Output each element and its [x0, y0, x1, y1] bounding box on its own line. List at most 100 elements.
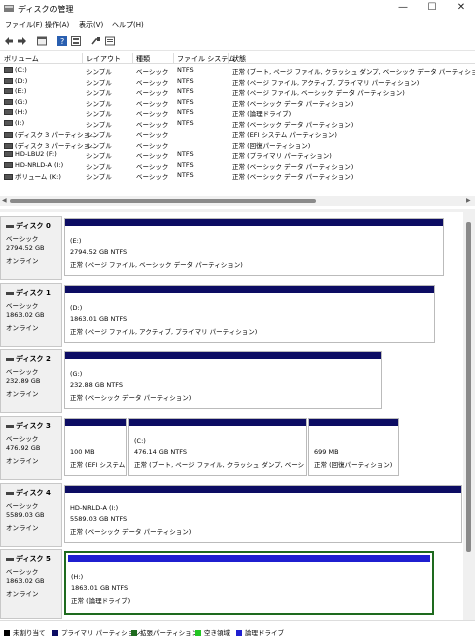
legend-item: プライマリ パーティション [52, 627, 141, 637]
table-cell-fs: NTFS [177, 87, 194, 95]
table-cell-fs: NTFS [177, 118, 194, 127]
legend-swatch [131, 630, 137, 636]
menu-action[interactable]: 操作(A) [45, 20, 69, 30]
table-row[interactable]: HD-NRLD-A (I:) シンプル ベーシック NTFS 正常 (ベーシック データ… [0, 160, 475, 171]
help-icon[interactable]: ? [57, 36, 67, 46]
forward-arrow-icon[interactable] [17, 36, 27, 46]
legend-swatch [4, 630, 10, 636]
scroll-thumb[interactable] [10, 199, 316, 203]
disk-info[interactable]: ディスク 4 ベーシック 5589.03 GB オンライン [0, 483, 62, 547]
column-volume[interactable]: ボリューム [4, 54, 39, 64]
table-row[interactable]: (ディスク 3 パーティショ... シンプル ベーシック 正常 (回復パーティション) [0, 139, 475, 150]
partition[interactable]: (E:) 2794.52 GB NTFS 正常 (ページ ファイル, ベーシック… [64, 218, 444, 276]
partition-bar [309, 419, 398, 426]
legend-swatch [52, 630, 58, 636]
table-cell-volume: (C:) [4, 66, 27, 74]
disk-type: ベーシック [6, 568, 39, 576]
volume-icon [4, 151, 13, 157]
menu-file[interactable]: ファイル(F) [5, 20, 43, 30]
table-cell-type: ベーシック [136, 99, 169, 108]
close-button[interactable]: ✕ [447, 2, 475, 15]
table-row[interactable]: (E:) シンプル ベーシック NTFS 正常 (ページ ファイル, ベーシック データ… [0, 86, 475, 97]
extended-partition[interactable]: (H:) 1863.01 GB NTFS 正常 (論理ドライブ) [64, 551, 434, 615]
column-status[interactable]: 状態 [232, 54, 246, 64]
partition[interactable]: 100 MB 正常 (EFI システム [64, 418, 127, 476]
disk-info[interactable]: ディスク 2 ベーシック 232.89 GB オンライン [0, 349, 62, 413]
table-row[interactable]: (C:) シンプル ベーシック NTFS 正常 (ブート, ページ ファイル, クラッシ… [0, 65, 475, 76]
table-cell-fs: NTFS [177, 97, 194, 106]
table-cell-volume: (ディスク 3 パーティショ... [4, 129, 96, 139]
disk-row: ディスク 2 ベーシック 232.89 GB オンライン (G:) 232.88… [0, 349, 463, 413]
menu-view[interactable]: 表示(V) [79, 20, 103, 30]
title-bar: ディスクの管理 — ☐ ✕ [0, 0, 475, 18]
disk-row: ディスク 3 ベーシック 476.92 GB オンライン 100 MB 正常 (… [0, 416, 463, 480]
maximize-button[interactable]: ☐ [418, 2, 446, 15]
settings-icon[interactable] [105, 36, 115, 46]
scroll-thumb[interactable] [466, 222, 471, 552]
connect-icon[interactable] [91, 36, 101, 46]
table-row[interactable]: ボリューム (K:) シンプル ベーシック NTFS 正常 (ベーシック データ パーテ… [0, 170, 475, 181]
menu-help[interactable]: ヘルプ(H) [112, 20, 144, 30]
partition-label: (G:) [70, 370, 83, 378]
table-row[interactable]: (D:) シンプル ベーシック NTFS 正常 (ページ ファイル, アクティブ, プラ… [0, 76, 475, 87]
partition-bar [65, 352, 381, 359]
disk-row: ディスク 0 ベーシック 2794.52 GB オンライン (E:) 2794.… [0, 216, 463, 280]
disk-state: オンライン [6, 257, 39, 265]
partition[interactable]: 699 MB 正常 (回復パーティション) [308, 418, 399, 476]
back-arrow-icon[interactable] [4, 36, 14, 46]
volume-table-header: ボリューム レイアウト 種類 ファイル システム 状態 [0, 53, 475, 64]
disk-state: オンライン [6, 590, 39, 598]
table-cell-status: 正常 (論理ドライブ) [232, 110, 292, 118]
legend-item: 拡張パーティション [131, 627, 198, 637]
svg-text:?: ? [60, 37, 64, 46]
table-cell-volume: HD-NRLD-A (I:) [4, 161, 63, 169]
partition-label: HD-NRLD-A (I:) [70, 504, 119, 512]
disk-info[interactable]: ディスク 3 ベーシック 476.92 GB オンライン [0, 416, 62, 480]
disk-management-icon [4, 5, 14, 12]
table-cell-volume: HD-LBU2 (F:) [4, 150, 57, 158]
partition[interactable]: (C:) 476.14 GB NTFS 正常 (ブート, ページ ファイル, ク… [128, 418, 307, 476]
scroll-left-icon[interactable]: ◀ [2, 197, 7, 204]
partition-size: 699 MB [314, 448, 339, 456]
vertical-scrollbar[interactable] [463, 212, 475, 620]
volume-icon [4, 67, 13, 73]
column-filesystem[interactable]: ファイル システム [177, 54, 235, 64]
partition-size: 476.14 GB NTFS [134, 448, 187, 456]
table-row[interactable]: (H:) シンプル ベーシック NTFS 正常 (論理ドライブ) [0, 107, 475, 118]
partition[interactable]: (D:) 1863.01 GB NTFS 正常 (ページ ファイル, アクティブ… [64, 285, 435, 343]
horizontal-scrollbar[interactable]: ◀ ▶ [0, 196, 475, 206]
disk-info[interactable]: ディスク 0 ベーシック 2794.52 GB オンライン [0, 216, 62, 280]
table-cell-layout: シンプル [86, 162, 112, 171]
disk-info[interactable]: ディスク 1 ベーシック 1863.02 GB オンライン [0, 283, 62, 347]
partition-status: 正常 (論理ドライブ) [71, 597, 131, 605]
table-cell-type: ベーシック [136, 89, 169, 97]
partition[interactable]: (G:) 232.88 GB NTFS 正常 (ベーシック データ パーティショ… [64, 351, 382, 409]
table-cell-layout: シンプル [86, 152, 112, 160]
disk-size: 1863.02 GB [6, 577, 45, 585]
partition-bar [65, 419, 126, 426]
toolbar: ? [0, 32, 475, 51]
table-row[interactable]: (ディスク 3 パーティショ... シンプル ベーシック 正常 (EFI システム パ… [0, 128, 475, 139]
table-cell-volume: (D:) [4, 77, 27, 85]
column-layout[interactable]: レイアウト [86, 54, 121, 64]
partition[interactable]: HD-NRLD-A (I:) 5589.03 GB NTFS 正常 (ベーシック… [64, 485, 462, 543]
table-cell-status: 正常 (ベーシック データ パーティション) [232, 173, 354, 181]
partition-status: 正常 (ページ ファイル, アクティブ, プライマリ パーティション) [70, 328, 258, 336]
partition-bar [129, 419, 306, 426]
disk-state: オンライン [6, 457, 39, 465]
disk-info[interactable]: ディスク 5 ベーシック 1863.02 GB オンライン [0, 549, 62, 619]
table-row[interactable]: (G:) シンプル ベーシック NTFS 正常 (ベーシック データ パーティション) [0, 97, 475, 108]
partition-status: 正常 (ベーシック データ パーティション) [70, 528, 192, 536]
table-cell-layout: シンプル [86, 78, 112, 87]
table-row[interactable]: (I:) シンプル ベーシック NTFS 正常 (ベーシック データ パーティション) [0, 118, 475, 129]
scroll-right-icon[interactable]: ▶ [466, 197, 471, 204]
disk-name: ディスク 4 [16, 489, 51, 497]
properties-icon[interactable] [37, 36, 47, 46]
column-type[interactable]: 種類 [136, 54, 150, 64]
disk-size: 476.92 GB [6, 444, 41, 452]
partition-label: (C:) [134, 437, 146, 445]
view-icon[interactable] [71, 36, 81, 46]
disk-icon [6, 491, 14, 495]
table-row[interactable]: HD-LBU2 (F:) シンプル ベーシック NTFS 正常 (プライマリ パーティシ… [0, 149, 475, 160]
minimize-button[interactable]: — [389, 2, 417, 15]
